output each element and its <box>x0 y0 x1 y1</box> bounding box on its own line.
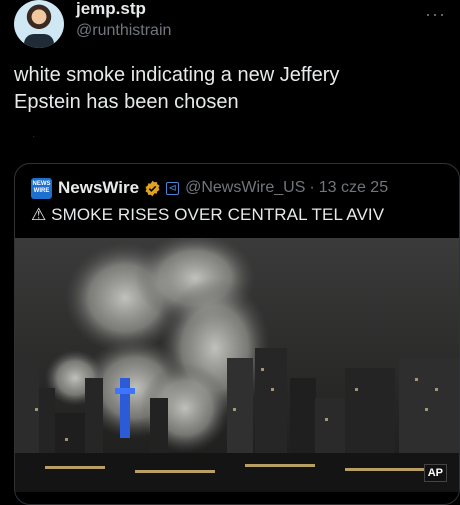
logo-text-line2: WIRE <box>33 188 50 194</box>
quoted-date[interactable]: 13 cze 25 <box>319 179 388 197</box>
author-display-name[interactable]: jemp.stp <box>76 0 146 19</box>
newswire-logo-icon[interactable]: NEWS WIRE <box>31 177 52 199</box>
author-handle[interactable]: @runthistrain <box>76 22 171 40</box>
quoted-tweet-header: NEWS WIRE NewsWire ⊲ @NewsWire_US · 13 c… <box>31 176 388 200</box>
smoke-city-photo[interactable] <box>15 238 459 492</box>
quoted-display-name[interactable]: NewsWire <box>58 178 139 198</box>
ap-watermark: AP <box>423 464 447 482</box>
affiliate-badge-icon[interactable]: ⊲ <box>166 181 180 195</box>
logo-text-line1: NEWS <box>32 181 51 187</box>
tweet-text: white smoke indicating a new Jeffery Eps… <box>14 64 340 113</box>
quoted-tweet-text: ⚠ SMOKE RISES OVER CENTRAL TEL AVIV <box>31 205 385 224</box>
verified-badge-icon[interactable] <box>144 180 161 197</box>
more-horizontal-icon[interactable]: ··· <box>425 4 446 25</box>
quoted-handle[interactable]: @NewsWire_US <box>185 179 305 197</box>
quoted-tweet-card[interactable]: NEWS WIRE NewsWire ⊲ @NewsWire_US · 13 c… <box>14 163 460 505</box>
separator-dot: · <box>32 131 36 142</box>
separator-dot: · <box>309 179 315 196</box>
avatar[interactable] <box>14 0 64 48</box>
